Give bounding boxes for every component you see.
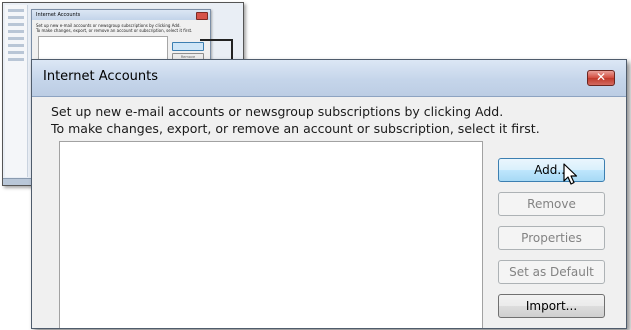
remove-button[interactable]: Remove [498,192,605,216]
connector-line-vertical [231,39,233,60]
mouse-pointer-icon [563,163,578,185]
thumbnail-description: Set up new e-mail accounts or newsgroup … [32,20,210,36]
dialog-titlebar: Internet Accounts ✕ [32,60,626,97]
close-button[interactable]: ✕ [587,70,615,86]
import-button[interactable]: Import... [498,294,605,318]
thumbnail-add-button [172,42,204,51]
dialog-title: Internet Accounts [43,69,159,84]
description-line2: To make changes, export, or remove an ac… [51,121,540,136]
thumbnail-description-line2: To make changes, export, or remove an ac… [36,28,193,33]
accounts-list[interactable] [59,141,483,328]
connector-line-horizontal [200,39,233,41]
close-icon: ✕ [595,70,607,84]
thumbnail-close-icon [196,12,208,20]
thumbnail-sidebar [5,5,28,177]
internet-accounts-dialog: Internet Accounts ✕ Set up new e-mail ac… [31,59,627,329]
description-line1: Set up new e-mail accounts or newsgroup … [51,104,504,119]
thumbnail-dialog-title: Internet Accounts [32,10,210,20]
properties-button[interactable]: Properties [498,226,605,250]
add-button[interactable]: Add... [498,158,605,182]
set-as-default-button[interactable]: Set as Default [498,260,605,284]
dialog-description: Set up new e-mail accounts or newsgroup … [51,103,540,137]
